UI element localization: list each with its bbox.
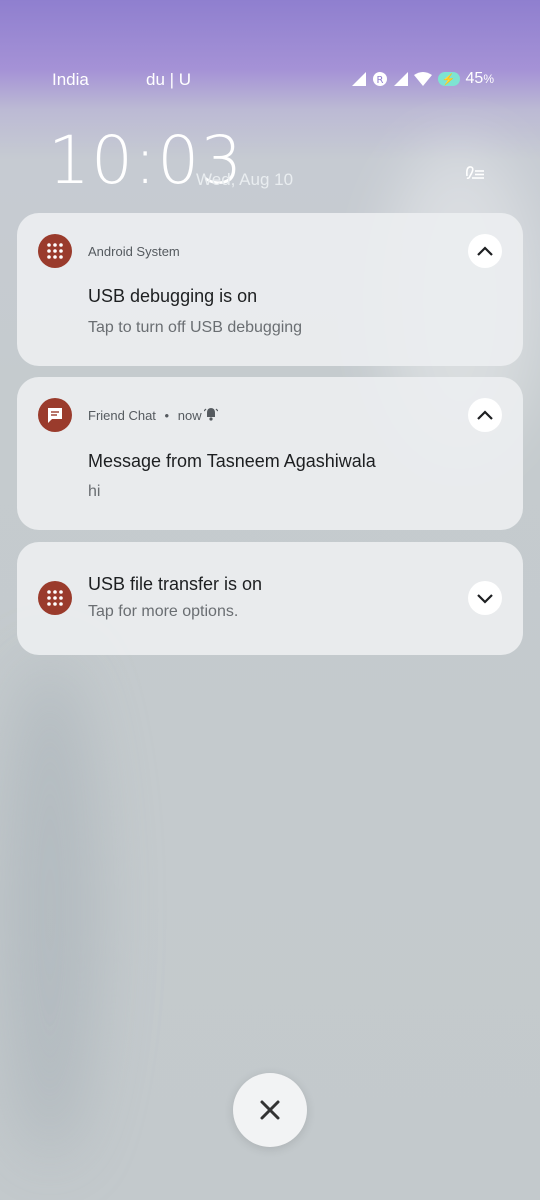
background-shadow xyxy=(0,660,100,1160)
carrier-name-1: India xyxy=(52,70,89,89)
notification-title: USB debugging is on xyxy=(88,286,258,306)
chat-bubble-icon xyxy=(38,398,72,432)
notification-text: Tap to turn off USB debugging xyxy=(88,319,303,336)
clear-all-button[interactable] xyxy=(233,1073,307,1147)
separator-dot: • xyxy=(164,408,170,423)
signal-icon xyxy=(351,72,366,86)
close-icon xyxy=(260,1100,280,1120)
notification-usb-debugging[interactable]: Android System USB debugging is on Tap t… xyxy=(17,213,523,366)
roaming-icon: R xyxy=(372,72,387,86)
notification-time: now xyxy=(177,408,202,423)
chevron-up-icon xyxy=(477,246,493,256)
clock-date: Wed, Aug 10 xyxy=(196,170,294,189)
notification-app-name: Friend Chat • now xyxy=(88,408,202,423)
chevron-up-icon xyxy=(477,410,493,420)
chevron-down-icon xyxy=(477,594,493,604)
edit-notifications-icon[interactable] xyxy=(464,162,486,184)
battery-charging-icon: ⚡ xyxy=(437,72,460,86)
collapse-button[interactable] xyxy=(468,234,502,268)
notification-title: USB file transfer is on xyxy=(88,574,263,594)
bell-icon xyxy=(204,408,218,421)
notification-text: Tap for more options. xyxy=(88,603,239,620)
notification-text: hi xyxy=(88,483,101,500)
notification-app-name: Android System xyxy=(88,244,180,259)
svg-text:R: R xyxy=(376,75,383,86)
grid-dots-icon xyxy=(38,581,72,615)
collapse-button[interactable] xyxy=(468,398,502,432)
notification-usb-file-transfer[interactable]: USB file transfer is on Tap for more opt… xyxy=(17,542,523,655)
expand-button[interactable] xyxy=(468,581,502,615)
carrier-name-2: du | U xyxy=(146,70,192,89)
grid-dots-icon xyxy=(38,234,72,268)
signal-icon-2 xyxy=(393,72,408,86)
battery-percent: 45% xyxy=(465,70,494,87)
wifi-icon xyxy=(413,72,432,86)
status-bar: India du | U R ⚡ 45% xyxy=(0,68,540,92)
notification-friend-chat[interactable]: Friend Chat • now Message from Tasneem A… xyxy=(17,377,523,530)
notification-title: Message from Tasneem Agashiwala xyxy=(88,451,376,471)
